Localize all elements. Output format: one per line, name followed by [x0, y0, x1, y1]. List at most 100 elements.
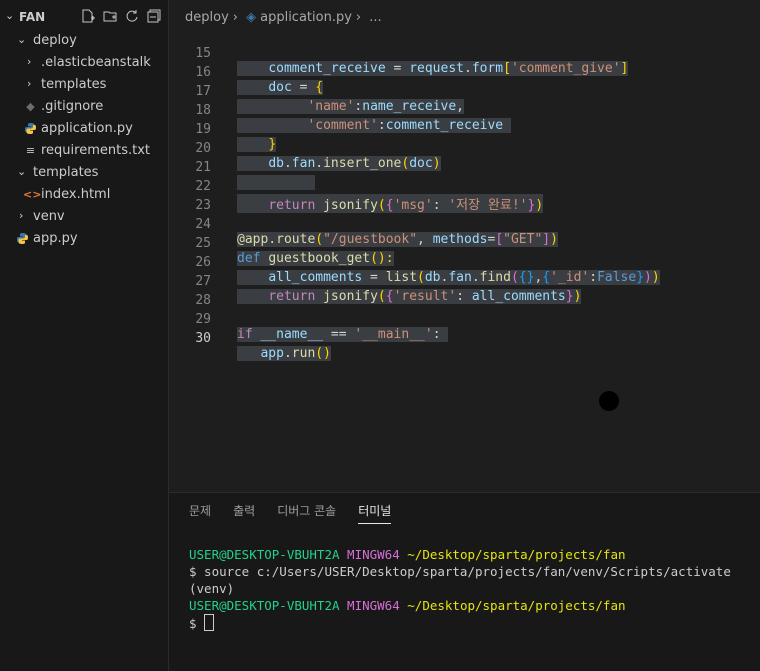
tab-debug-console[interactable]: 디버그 콘솔	[277, 502, 336, 524]
chevron-down-icon: ⌄	[17, 165, 27, 178]
tree-item-index-html[interactable]: <> index.html	[0, 184, 168, 206]
code-editor[interactable]: deploy › ◈ application.py › ... 15 comment_…	[169, 0, 760, 492]
tree-item-gitignore[interactable]: ◆ .gitignore	[0, 96, 168, 118]
code-token: guestbook_get	[268, 251, 371, 266]
code-token: db	[424, 270, 441, 285]
code-token: (	[510, 270, 519, 285]
tree-item-label: index.html	[41, 187, 111, 202]
tree-item-label: requirements.txt	[41, 143, 151, 158]
new-folder-icon[interactable]	[103, 8, 118, 22]
code-token: {	[315, 80, 324, 95]
tree-item-application-py[interactable]: application.py	[0, 118, 168, 140]
code-token: .	[315, 156, 324, 171]
code-token: .	[471, 270, 480, 285]
code-token: (	[377, 198, 386, 213]
code-line: 28	[169, 278, 216, 308]
breadcrumb-more[interactable]: ...	[369, 10, 381, 25]
code-token: ==	[323, 327, 355, 342]
breadcrumb-file[interactable]: application.py	[260, 10, 352, 25]
breadcrumb-folder[interactable]: deploy	[185, 10, 229, 25]
code-token: ,	[417, 232, 433, 247]
refresh-icon[interactable]	[125, 8, 140, 22]
terminal-path: ~/Desktop/sparta/projects/fan	[407, 547, 626, 562]
code-token: )	[644, 270, 652, 285]
tree-item-templates-deploy[interactable]: › templates	[0, 74, 168, 96]
tree-item-label: application.py	[41, 121, 133, 136]
tree-item-label: app.py	[33, 231, 78, 246]
tree-item-label: .elasticbeanstalk	[41, 55, 151, 70]
tree-item-label: templates	[41, 77, 107, 92]
code-token: }	[565, 289, 574, 304]
tree-item-templates[interactable]: ⌄ templates	[0, 162, 168, 184]
terminal-path: ~/Desktop/sparta/projects/fan	[407, 598, 626, 613]
html-icon: <>	[23, 188, 42, 201]
new-file-icon[interactable]	[81, 8, 96, 23]
tab-problems[interactable]: 문제	[189, 502, 211, 524]
code-token: False	[597, 270, 637, 285]
terminal-output[interactable]: USER@DESKTOP-VBUHT2A MINGW64 ~/Desktop/s…	[189, 546, 731, 632]
chevron-right-icon: ›	[232, 10, 238, 25]
code-token: :	[432, 327, 441, 342]
code-token: [	[495, 232, 504, 247]
tree-item-deploy[interactable]: ⌄ deploy	[0, 30, 168, 52]
code-token: =	[362, 270, 386, 285]
code-line: 23	[169, 183, 216, 213]
code-token: =	[291, 80, 316, 95]
code-token: 'comment_give'	[510, 61, 621, 76]
code-token: run	[291, 346, 316, 361]
code-token: name_receive	[362, 99, 457, 114]
code-token: jsonify	[323, 289, 378, 304]
code-token: insert_one	[323, 156, 402, 171]
code-line: 21	[169, 145, 316, 190]
code-token: :	[432, 198, 449, 213]
breadcrumb: deploy › ◈ application.py › ...	[185, 10, 386, 25]
code-token: comment_receive	[385, 118, 504, 133]
code-line: 25 def guestbook_get():	[169, 221, 394, 266]
tree-item-elasticbeanstalk[interactable]: › .elasticbeanstalk	[0, 52, 168, 74]
terminal-command: $ source c:/Users/USER/Desktop/sparta/pr…	[189, 564, 731, 579]
code-line: 15 comment_receive = request.form['comme…	[169, 31, 629, 76]
code-token: )	[573, 289, 582, 304]
code-token: ()	[315, 346, 331, 361]
chevron-right-icon: ›	[27, 77, 32, 90]
mouse-cursor-dot	[599, 391, 619, 411]
code-token: jsonify	[323, 198, 378, 213]
tree-item-label: deploy	[33, 33, 77, 48]
tree-item-requirements[interactable]: ≡ requirements.txt	[0, 140, 168, 162]
code-token: )	[535, 198, 544, 213]
tab-terminal[interactable]: 터미널	[358, 502, 392, 524]
code-token: )	[550, 232, 558, 247]
code-token: ]	[542, 232, 551, 247]
code-token: form	[471, 61, 504, 76]
code-token: .	[283, 156, 292, 171]
terminal-venv: (venv)	[189, 581, 235, 596]
terminal-cursor[interactable]	[204, 614, 215, 631]
code-token: {	[385, 289, 394, 304]
code-token: 'comment'	[307, 118, 378, 133]
tree-item-app-py[interactable]: app.py	[0, 228, 168, 250]
code-token: '_id'	[550, 270, 590, 285]
chevron-down-icon[interactable]: ⌄	[5, 9, 14, 22]
code-line: 17 'name':name_receive,	[169, 69, 464, 114]
terminal-user: USER@DESKTOP-VBUHT2A	[189, 547, 340, 562]
code-token: (	[315, 232, 324, 247]
explorer-header: ⌄ FAN	[0, 0, 168, 30]
code-token: (	[417, 270, 425, 285]
code-token: def	[237, 251, 261, 266]
tree-item-venv[interactable]: › venv	[0, 206, 168, 228]
code-token: ]	[620, 61, 629, 76]
code-token: __name__	[260, 327, 324, 342]
code-token: 'name'	[307, 99, 355, 114]
code-line: 22 return jsonify({'msg': '저장 완료!'})	[169, 164, 544, 213]
code-token: list	[385, 270, 418, 285]
code-line: 30 app.run()	[169, 316, 331, 361]
chevron-down-icon: ⌄	[17, 33, 27, 46]
code-token: [	[503, 61, 511, 76]
tab-output[interactable]: 출력	[233, 502, 255, 524]
chevron-right-icon: ›	[27, 55, 32, 68]
collapse-all-icon[interactable]	[147, 8, 162, 23]
code-token: "GET"	[503, 232, 543, 247]
code-token: fan	[291, 156, 316, 171]
code-token: ,	[456, 99, 464, 114]
